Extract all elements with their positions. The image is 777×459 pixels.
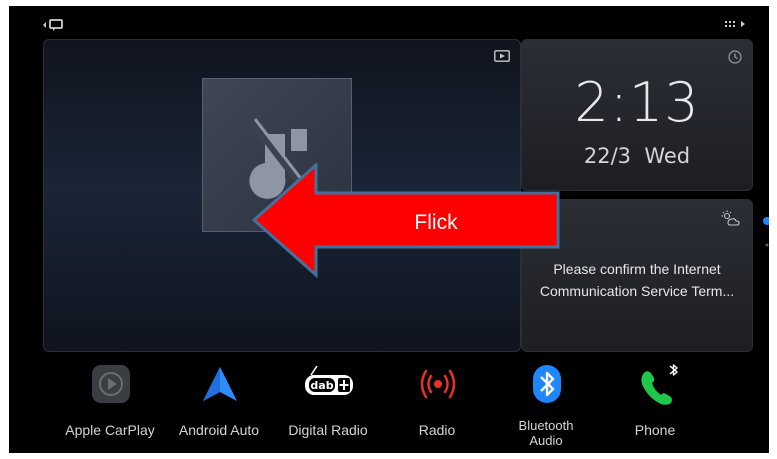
app-label: Android Auto: [178, 422, 260, 438]
dab-icon: dab: [303, 364, 355, 404]
page-indicator: [763, 217, 769, 247]
weather-icon: [721, 210, 740, 226]
svg-text:dab: dab: [310, 379, 333, 392]
page-dot-active: [763, 217, 769, 225]
notification-line-2: Communication Service Term...: [539, 283, 735, 299]
flick-label: Flick: [414, 211, 458, 234]
app-label: Apple CarPlay: [65, 422, 155, 438]
app-android-auto[interactable]: Android Auto: [164, 364, 274, 450]
app-phone[interactable]: Phone: [600, 364, 710, 450]
app-radio[interactable]: Radio: [382, 364, 492, 450]
clock-icon: [728, 50, 742, 64]
page-dot: [765, 243, 769, 247]
app-digital-radio[interactable]: dab Digital Radio: [273, 364, 383, 450]
android-auto-icon: [200, 364, 240, 404]
app-label-line-1: Bluetooth: [518, 418, 574, 433]
flick-arrow-overlay: Flick: [252, 163, 560, 278]
clock-time: 2:13: [574, 71, 700, 134]
app-apple-carplay[interactable]: Apple CarPlay: [55, 364, 165, 450]
phone-icon: [636, 364, 684, 405]
app-label: Bluetooth Audio: [491, 418, 601, 448]
app-label-line-2: Audio: [529, 433, 563, 448]
app-grid-icon[interactable]: [721, 18, 751, 32]
carplay-icon: [91, 364, 131, 404]
app-label: Radio: [418, 422, 456, 438]
back-message-icon[interactable]: [39, 18, 69, 32]
app-label: Digital Radio: [288, 422, 368, 438]
media-source-icon[interactable]: [494, 50, 510, 62]
app-bluetooth-audio[interactable]: Bluetooth Audio: [491, 364, 601, 450]
bluetooth-icon: [527, 364, 567, 404]
app-label: Phone: [634, 422, 676, 438]
radio-icon: [418, 364, 458, 404]
